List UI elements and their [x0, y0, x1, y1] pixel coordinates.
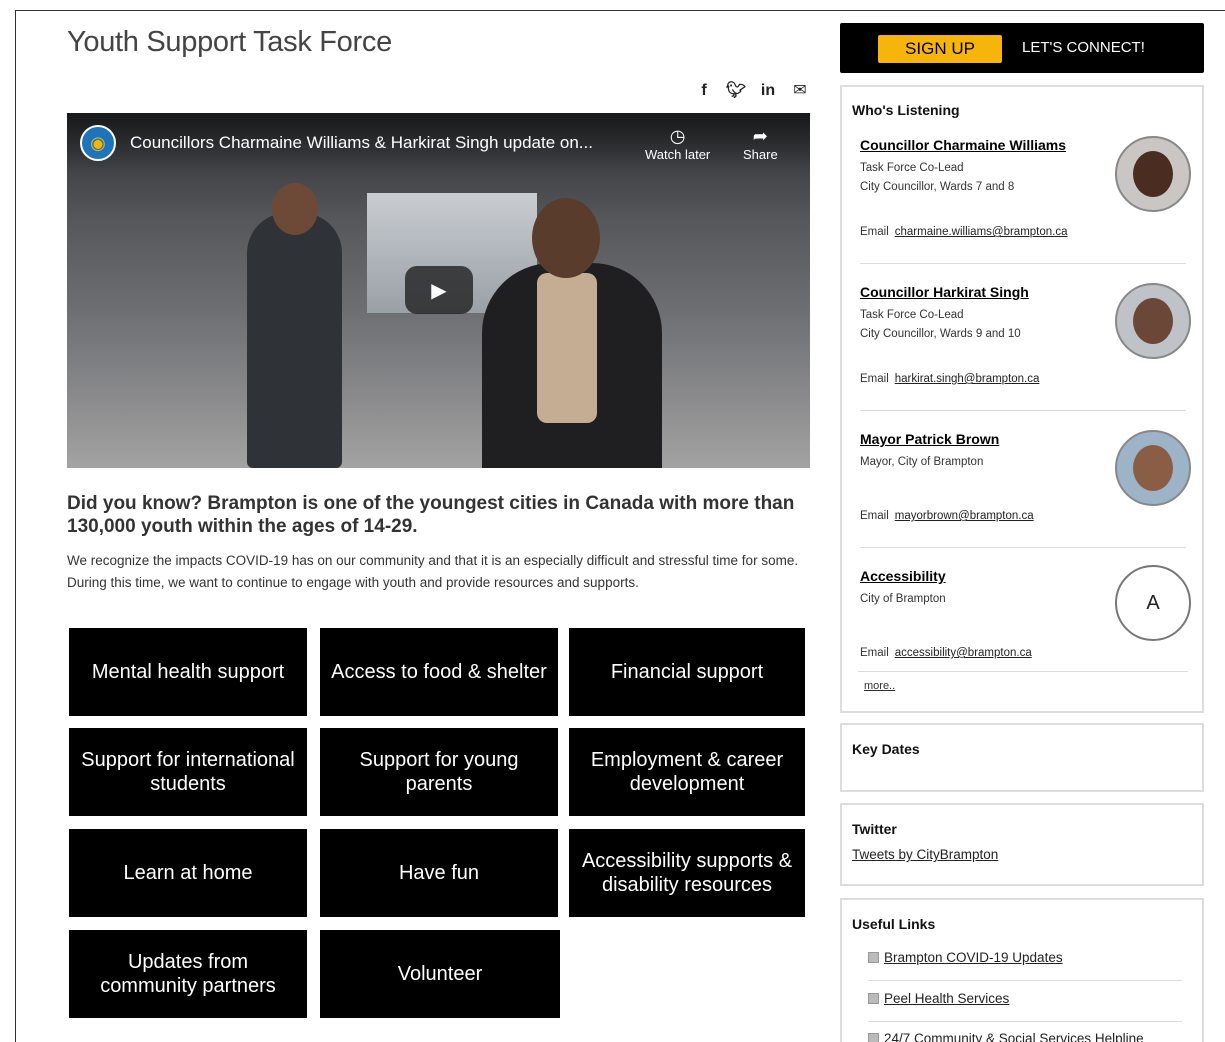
tile-international-students[interactable]: Support for international students	[69, 728, 307, 816]
main-content: Youth Support Task Force f 🐦︎ in ✉ ◉ Cou…	[67, 26, 812, 1018]
person-card: Councillor Charmaine Williams Task Force…	[860, 136, 1191, 257]
twitter-feed-link[interactable]: Tweets by CityBrampton	[852, 847, 998, 862]
tile-young-parents[interactable]: Support for young parents	[320, 728, 558, 816]
useful-links-panel: Useful Links Brampton COVID-19 Updates P…	[840, 898, 1204, 1042]
tile-food-shelter[interactable]: Access to food & shelter	[320, 628, 558, 716]
more-link[interactable]: more..	[864, 680, 895, 692]
link-icon	[868, 993, 879, 1004]
video-title[interactable]: Councillors Charmaine Williams & Harkira…	[130, 133, 593, 153]
tile-learn-at-home[interactable]: Learn at home	[69, 829, 307, 917]
person-card: Mayor Patrick Brown Mayor, City of Bramp…	[860, 430, 1191, 551]
key-dates-heading: Key Dates	[852, 741, 920, 757]
play-button[interactable]: ▶	[405, 266, 473, 314]
watch-later-button[interactable]: ◷ Watch later	[645, 125, 710, 162]
person-email: Email accessibility@brampton.ca	[860, 647, 1032, 659]
person-email: Email charmaine.williams@brampton.ca	[860, 226, 1068, 238]
avatar: A	[1115, 565, 1191, 641]
whos-listening-panel: Who's Listening Councillor Charmaine Wil…	[840, 85, 1204, 713]
tile-financial[interactable]: Financial support	[569, 628, 805, 716]
avatar	[1115, 283, 1191, 359]
signup-button[interactable]: SIGN UP	[878, 35, 1002, 63]
person-email: Email mayorbrown@brampton.ca	[860, 510, 1034, 522]
avatar	[1115, 430, 1191, 506]
share-bar: f 🐦︎ in ✉	[67, 82, 812, 102]
useful-link-item: 24/7 Community & Social Services Helplin…	[868, 1031, 1144, 1042]
connect-bar: SIGN UP LET'S CONNECT!	[840, 23, 1204, 73]
video-share-button[interactable]: ➦ Share	[743, 125, 778, 162]
tile-accessibility[interactable]: Accessibility supports & disability reso…	[569, 829, 805, 917]
tile-employment[interactable]: Employment & career development	[569, 728, 805, 816]
person-card: Accessibility City of Brampton Email acce…	[860, 565, 1191, 678]
clock-icon: ◷	[669, 126, 686, 146]
tile-have-fun[interactable]: Have fun	[320, 829, 558, 917]
person-email: Email harkirat.singh@brampton.ca	[860, 373, 1040, 385]
tile-community-partners[interactable]: Updates from community partners	[69, 930, 307, 1018]
link-icon	[868, 1033, 879, 1042]
linkedin-icon[interactable]: in	[758, 82, 778, 100]
key-dates-panel: Key Dates	[840, 723, 1204, 792]
video-player[interactable]: ◉ Councillors Charmaine Williams & Harki…	[67, 113, 810, 468]
page-title: Youth Support Task Force	[67, 26, 392, 58]
twitter-heading: Twitter	[852, 821, 897, 837]
play-icon: ▶	[431, 279, 447, 302]
tile-volunteer[interactable]: Volunteer	[320, 930, 560, 1018]
useful-links-heading: Useful Links	[852, 916, 936, 932]
useful-link-item: Peel Health Services	[868, 991, 1009, 1006]
share-arrow-icon: ➦	[752, 126, 768, 146]
link-icon	[868, 952, 879, 963]
twitter-panel: Twitter Tweets by CityBrampton	[840, 803, 1204, 886]
facebook-icon[interactable]: f	[694, 82, 714, 100]
avatar	[1115, 136, 1191, 212]
email-icon[interactable]: ✉	[790, 82, 810, 100]
channel-logo-icon[interactable]: ◉	[80, 125, 116, 161]
connect-label: LET'S CONNECT!	[1022, 39, 1145, 56]
headline: Did you know? Brampton is one of the you…	[67, 493, 795, 537]
twitter-icon[interactable]: 🐦︎	[726, 82, 746, 100]
useful-link-item: Brampton COVID-19 Updates	[868, 950, 1063, 965]
person-card: Councillor Harkirat Singh Task Force Co-…	[860, 283, 1191, 404]
tile-mental-health[interactable]: Mental health support	[69, 628, 307, 716]
intro-text: We recognize the impacts COVID-19 has on…	[67, 553, 799, 590]
whos-listening-heading: Who's Listening	[852, 102, 960, 118]
